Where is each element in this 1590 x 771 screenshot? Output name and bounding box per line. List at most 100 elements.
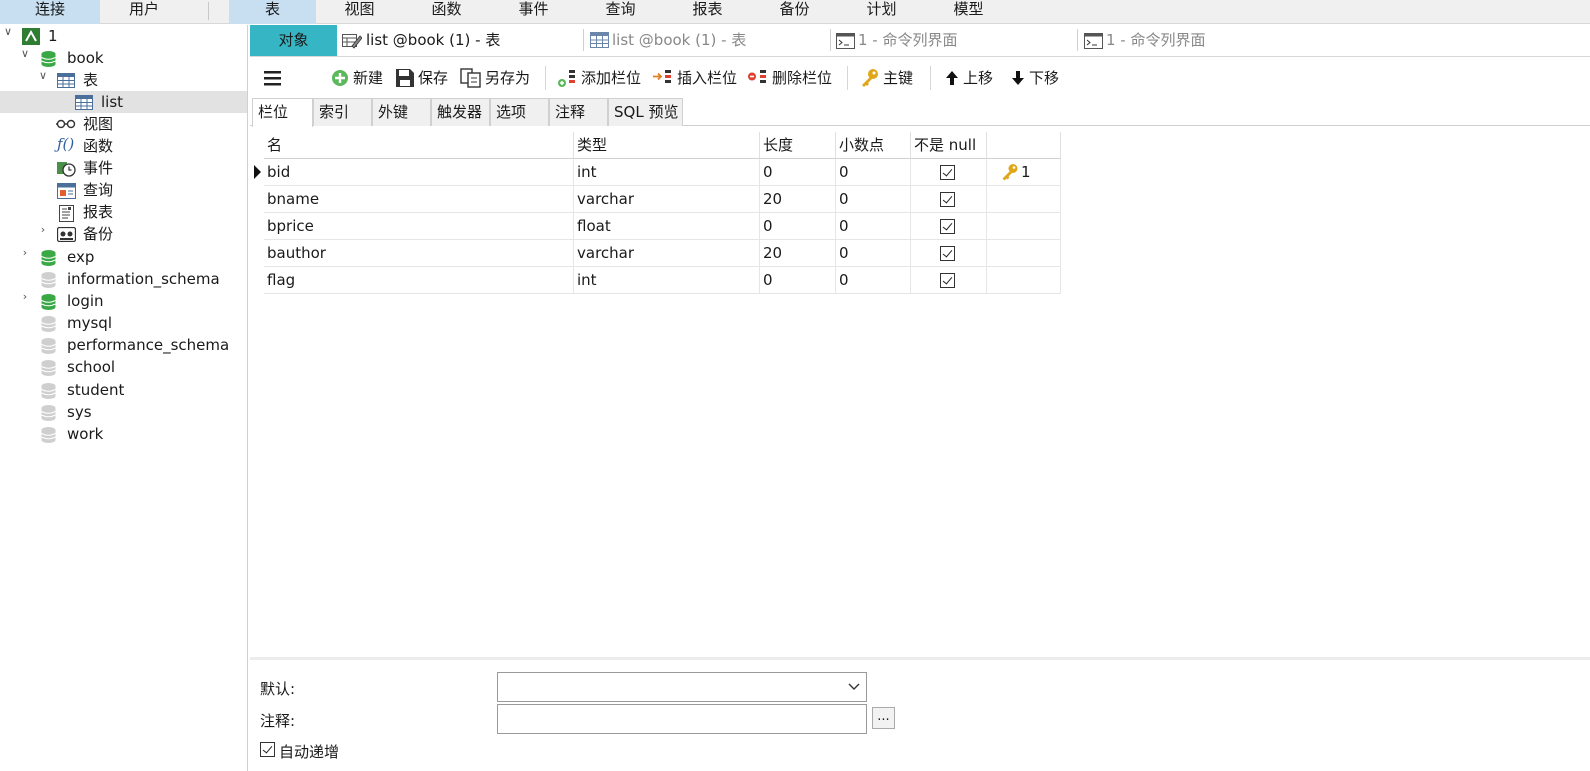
table-row-decimals[interactable]: 0 [836, 213, 911, 240]
comment-input[interactable] [497, 704, 867, 734]
table-row-not-null-cell[interactable] [911, 213, 987, 240]
tab-cmd-1[interactable]: 1 - 命令列界面 [836, 25, 1076, 56]
chevron-down-icon[interactable]: ∨ [37, 69, 49, 91]
save-as-button[interactable]: 另存为 [460, 64, 530, 92]
column-header-length[interactable]: 长度 [760, 132, 836, 159]
table-row-type[interactable]: int [574, 159, 760, 186]
tree-table-list-row[interactable] [0, 91, 247, 113]
table-row-length[interactable]: 0 [760, 159, 836, 186]
chevron-right-icon[interactable]: › [37, 223, 49, 245]
move-up-button[interactable]: 上移 [944, 64, 993, 92]
new-button[interactable]: 新建 [330, 64, 383, 92]
tree-db-login[interactable]: login [67, 290, 104, 312]
tree-functions[interactable]: 函数 [83, 135, 113, 157]
column-header-name[interactable]: 名 [264, 132, 574, 159]
column-header-not-null[interactable]: 不是 null [911, 132, 987, 159]
tree-views[interactable]: 视图 [83, 113, 113, 135]
ribbon-query[interactable]: 查询 [577, 0, 664, 24]
tree-db-performance-schema[interactable]: performance_schema [67, 334, 229, 356]
tree-db-sys[interactable]: sys [67, 401, 92, 423]
subtab-fields[interactable]: 栏位 [252, 98, 313, 127]
tree-db-exp[interactable]: exp [67, 246, 94, 268]
tree-queries[interactable]: 查询 [83, 179, 113, 201]
table-row-name[interactable]: bid [264, 159, 574, 186]
subtab-sql-preview[interactable]: SQL 预览 [608, 98, 683, 126]
tab-cmd-2[interactable]: 1 - 命令列界面 [1084, 25, 1324, 56]
ribbon-schedule[interactable]: 计划 [838, 0, 925, 24]
comment-ellipsis-button[interactable]: ... [872, 707, 895, 729]
not-null-checkbox[interactable] [940, 219, 955, 234]
table-row-decimals[interactable]: 0 [836, 240, 911, 267]
subtab-options[interactable]: 选项 [490, 98, 549, 126]
tree-db-mysql[interactable]: mysql [67, 312, 112, 334]
table-row-key-cell[interactable] [987, 213, 1061, 240]
table-row-name[interactable]: bprice [264, 213, 574, 240]
not-null-checkbox[interactable] [940, 192, 955, 207]
subtab-comment[interactable]: 注释 [549, 98, 608, 126]
table-row-not-null-cell[interactable] [911, 240, 987, 267]
tree-db-student[interactable]: student [67, 379, 124, 401]
ribbon-table[interactable]: 表 [229, 0, 316, 24]
table-row-length[interactable]: 0 [760, 267, 836, 294]
chevron-down-icon[interactable]: ∨ [19, 47, 31, 69]
column-header-type[interactable]: 类型 [574, 132, 760, 159]
table-row-length[interactable]: 20 [760, 240, 836, 267]
primary-key-button[interactable]: 主键 [860, 64, 913, 92]
not-null-checkbox[interactable] [940, 246, 955, 261]
add-field-button[interactable]: 添加栏位 [556, 64, 641, 92]
tree-tables-group[interactable]: 表 [83, 69, 98, 91]
not-null-checkbox[interactable] [940, 273, 955, 288]
not-null-checkbox[interactable] [940, 165, 955, 180]
tree-table-list[interactable]: list [101, 91, 123, 113]
ribbon-view[interactable]: 视图 [316, 0, 403, 24]
tab-objects[interactable]: 对象 [250, 25, 337, 56]
tree-backups[interactable]: 备份 [83, 223, 113, 245]
delete-field-button[interactable]: 删除栏位 [747, 64, 832, 92]
default-select[interactable] [497, 672, 867, 702]
save-button[interactable]: 保存 [395, 64, 448, 92]
tree-db-school[interactable]: school [67, 356, 115, 378]
tab-list-design[interactable]: list @book (1) - 表 [340, 25, 582, 56]
insert-field-button[interactable]: 插入栏位 [652, 64, 737, 92]
hamburger-menu-button[interactable] [262, 64, 284, 92]
tree-db-book[interactable]: book [67, 47, 104, 69]
table-row-type[interactable]: varchar [574, 186, 760, 213]
subtab-triggers[interactable]: 触发器 [431, 98, 490, 126]
ribbon-function[interactable]: 函数 [403, 0, 490, 24]
table-row-length[interactable]: 0 [760, 213, 836, 240]
table-row-name[interactable]: bauthor [264, 240, 574, 267]
tree-reports[interactable]: 报表 [83, 201, 113, 223]
table-row-decimals[interactable]: 0 [836, 267, 911, 294]
ribbon-report[interactable]: 报表 [664, 0, 751, 24]
table-row-not-null-cell[interactable] [911, 159, 987, 186]
auto-increment-checkbox[interactable] [260, 742, 276, 758]
table-row-key-cell[interactable] [987, 240, 1061, 267]
table-row-not-null-cell[interactable] [911, 267, 987, 294]
tree-db-information-schema[interactable]: information_schema [67, 268, 220, 290]
subtab-foreign-keys[interactable]: 外键 [372, 98, 431, 126]
tab-list-data[interactable]: list @book (1) - 表 [588, 25, 828, 56]
subtab-indexes[interactable]: 索引 [313, 98, 372, 126]
table-row-decimals[interactable]: 0 [836, 159, 911, 186]
tree-events[interactable]: 事件 [83, 157, 113, 179]
column-header-key[interactable] [987, 132, 1061, 159]
table-row-not-null-cell[interactable] [911, 186, 987, 213]
chevron-right-icon[interactable]: › [19, 290, 31, 312]
table-row-key-cell[interactable]: 1 [987, 159, 1061, 186]
table-row-length[interactable]: 20 [760, 186, 836, 213]
column-header-decimals[interactable]: 小数点 [836, 132, 911, 159]
ribbon-connect[interactable]: 连接 [0, 0, 100, 24]
table-row-type[interactable]: float [574, 213, 760, 240]
tree-connection[interactable]: 1 [48, 25, 58, 47]
ribbon-user[interactable]: 用户 [100, 0, 188, 24]
table-row-type[interactable]: varchar [574, 240, 760, 267]
table-row-decimals[interactable]: 0 [836, 186, 911, 213]
chevron-right-icon[interactable]: › [19, 246, 31, 268]
ribbon-event[interactable]: 事件 [490, 0, 577, 24]
table-row-type[interactable]: int [574, 267, 760, 294]
tree-db-work[interactable]: work [67, 423, 103, 445]
move-down-button[interactable]: 下移 [1010, 64, 1059, 92]
table-row-name[interactable]: flag [264, 267, 574, 294]
table-row-key-cell[interactable] [987, 267, 1061, 294]
chevron-down-icon[interactable]: ∨ [2, 25, 14, 47]
